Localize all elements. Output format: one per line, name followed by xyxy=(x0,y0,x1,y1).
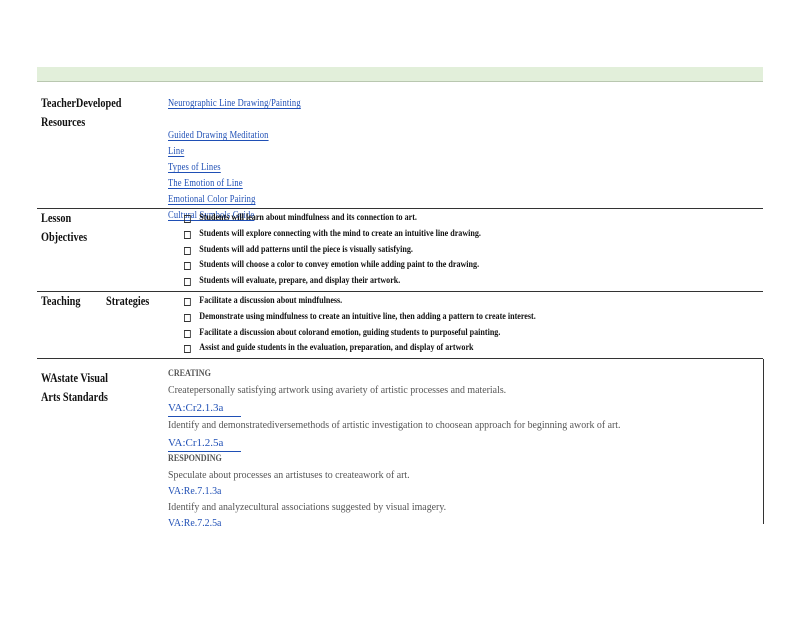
strategy-item: Facilitate a discussion about colorand e… xyxy=(184,326,676,342)
objective-item: Students will explore connecting with th… xyxy=(184,227,676,243)
checkbox-bullet-icon xyxy=(184,230,191,239)
strategy-item: Assist and guide students in the evaluat… xyxy=(184,341,676,357)
responding-heading: RESPONDING xyxy=(168,454,222,464)
standards-label: WAstate Visual Arts Standards xyxy=(41,371,108,404)
strategies-label: Teaching Strategies xyxy=(41,294,150,308)
standard-text: Createpersonally satisfying artwork usin… xyxy=(168,384,507,396)
resource-link-types-of-lines[interactable]: Types of Lines xyxy=(168,160,674,176)
lesson-plan-table: TeacherDeveloped Resources Neurographic … xyxy=(37,67,764,529)
checkbox-bullet-icon xyxy=(184,298,191,306)
checkbox-bullet-icon xyxy=(184,345,191,354)
resource-link-emotion-of-line[interactable]: The Emotion of Line xyxy=(168,176,674,192)
standard-text: Identify and analyzecultural association… xyxy=(168,501,447,513)
checkbox-bullet-icon xyxy=(184,262,191,271)
checkbox-bullet-icon xyxy=(184,246,191,255)
standard-text: Speculate about processes an artistuses … xyxy=(168,469,410,481)
standard-code-link[interactable]: VA:Cr2.1.3a xyxy=(168,400,242,417)
standards-row: WAstate Visual Arts Standards CREATING C… xyxy=(37,359,764,529)
standard-code-link[interactable]: VA:Cr1.2.5a xyxy=(168,435,242,452)
objectives-row: Lesson Objectives Students will learn ab… xyxy=(37,209,763,292)
objective-item: Students will learn about mindfulness an… xyxy=(184,211,676,227)
strategy-item: Facilitate a discussion about mindfulnes… xyxy=(184,294,676,310)
table-right-border xyxy=(763,359,764,524)
objective-item: Students will choose a color to convey e… xyxy=(184,258,676,274)
resource-link-guided-drawing[interactable]: Guided Drawing Meditation xyxy=(168,128,674,144)
resource-link-neurographic[interactable]: Neurographic Line Drawing/Painting xyxy=(168,96,338,112)
checkbox-bullet-icon xyxy=(184,278,191,287)
resources-label: TeacherDeveloped Resources xyxy=(41,96,122,129)
resource-link-line[interactable]: Line xyxy=(168,144,674,160)
standard-code-text[interactable]: VA:Re.7.1.3a xyxy=(168,483,704,499)
objective-item: Students will add patterns until the pie… xyxy=(184,243,676,259)
resource-spacer xyxy=(168,112,674,128)
resources-row: TeacherDeveloped Resources Neurographic … xyxy=(37,82,763,221)
objective-item: Students will evaluate, prepare, and dis… xyxy=(184,274,676,290)
checkbox-bullet-icon xyxy=(184,313,191,322)
creating-heading: CREATING xyxy=(168,369,211,379)
objectives-label: Lesson Objectives xyxy=(41,211,88,244)
standard-code-text[interactable]: VA:Re.7.2.5a xyxy=(168,515,704,531)
checkbox-bullet-icon xyxy=(184,215,191,223)
strategies-row: Teaching Strategies Facilitate a discuss… xyxy=(37,292,763,359)
standard-text: Identify and demonstratediversemethods o… xyxy=(168,419,621,431)
resource-link-emotional-color[interactable]: Emotional Color Pairing xyxy=(168,192,674,208)
header-band xyxy=(37,67,763,82)
checkbox-bullet-icon xyxy=(184,329,191,338)
strategy-item: Demonstrate using mindfulness to create … xyxy=(184,310,676,326)
